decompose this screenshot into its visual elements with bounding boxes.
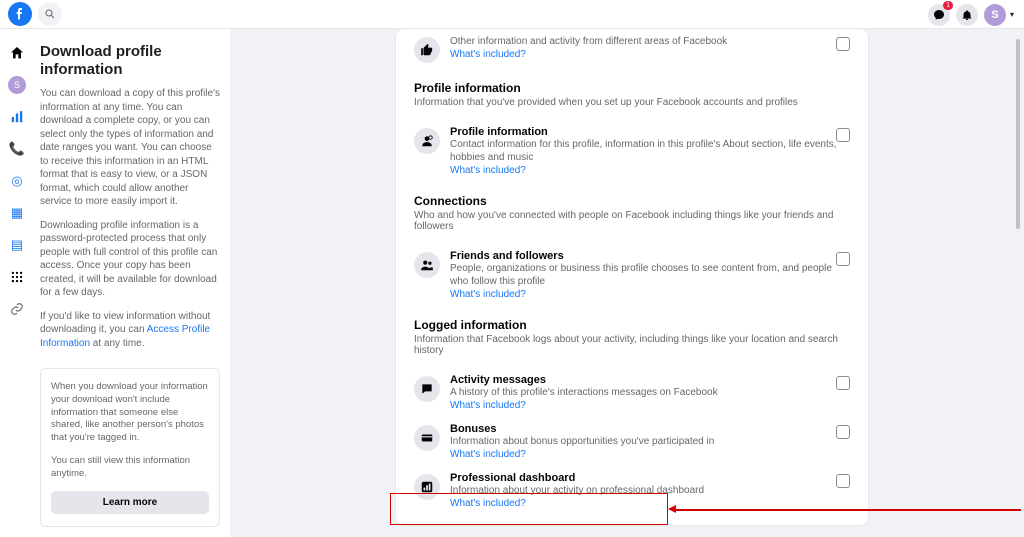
rail-item-6[interactable]: ▦ xyxy=(7,203,27,223)
options-card: Other information and activity from diff… xyxy=(396,29,868,525)
row-desc: Other information and activity from diff… xyxy=(450,35,850,48)
left-rail: S 📞 ◎ ▦ ▤ xyxy=(0,29,34,537)
row-title: Bonuses xyxy=(450,423,850,435)
messenger-button[interactable]: 1 xyxy=(928,4,950,26)
rail-link[interactable] xyxy=(7,299,27,319)
option-row[interactable]: Activity messagesA history of this profi… xyxy=(396,370,868,419)
rail-item-7[interactable]: ▤ xyxy=(7,235,27,255)
messenger-badge: 1 xyxy=(943,1,953,10)
card-icon xyxy=(414,425,440,451)
option-row[interactable]: BonusesInformation about bonus opportuni… xyxy=(396,419,868,468)
whats-included-link[interactable]: What's included? xyxy=(450,289,850,300)
row-desc: Information about your activity on profe… xyxy=(450,484,850,497)
row-desc: Information about bonus opportunities yo… xyxy=(450,435,850,448)
main-content: Other information and activity from diff… xyxy=(230,29,1024,537)
people-icon xyxy=(414,252,440,278)
avatar-icon: S xyxy=(8,76,26,94)
messenger-icon xyxy=(933,9,945,21)
scrollbar-thumb[interactable] xyxy=(1016,39,1020,229)
sidebar-title: Download profile information xyxy=(40,43,220,79)
thumb-icon xyxy=(414,37,440,63)
sidebar-p1: You can download a copy of this profile'… xyxy=(40,87,220,209)
row-title: Profile information xyxy=(450,126,850,138)
rail-insights[interactable] xyxy=(7,107,27,127)
rail-home[interactable] xyxy=(7,43,27,63)
rail-item-4[interactable]: 📞 xyxy=(7,139,27,159)
search-button[interactable] xyxy=(38,2,62,26)
notifications-button[interactable] xyxy=(956,4,978,26)
learn-more-button[interactable]: Learn more xyxy=(51,491,209,514)
whats-included-link[interactable]: What's included? xyxy=(450,498,850,509)
sidebar-note-card: When you download your information your … xyxy=(40,368,220,527)
checkbox[interactable] xyxy=(836,376,850,390)
header-right: 1 S ▾ xyxy=(928,0,1014,29)
chevron-down-icon[interactable]: ▾ xyxy=(1010,10,1014,19)
sidebar-p2: Downloading profile information is a pas… xyxy=(40,219,220,300)
rail-profile[interactable]: S xyxy=(7,75,27,95)
section-title: Connections xyxy=(414,194,850,208)
checkbox[interactable] xyxy=(836,128,850,142)
section-title: Logged information xyxy=(414,318,850,332)
note-text-1: When you download your information your … xyxy=(51,381,209,445)
facebook-logo[interactable] xyxy=(8,2,32,26)
section: Logged information Information that Faceb… xyxy=(396,308,868,370)
whats-included-link[interactable]: What's included? xyxy=(450,400,850,411)
rail-item-5[interactable]: ◎ xyxy=(7,171,27,191)
home-icon xyxy=(9,45,25,61)
option-row[interactable]: Professional dashboardInformation about … xyxy=(396,468,868,517)
row-desc: People, organizations or business this p… xyxy=(450,262,850,288)
checkbox[interactable] xyxy=(836,425,850,439)
bars-icon xyxy=(414,474,440,500)
row-desc: Contact information for this profile, in… xyxy=(450,138,850,164)
section-title: Profile information xyxy=(414,81,850,95)
account-avatar[interactable]: S xyxy=(984,4,1006,26)
checkbox[interactable] xyxy=(836,37,850,51)
option-row[interactable]: Profile informationContact information f… xyxy=(396,122,868,184)
sidebar: Download profile information You can dow… xyxy=(34,29,230,537)
bars-icon xyxy=(10,110,24,124)
sidebar-p3: If you'd like to view information withou… xyxy=(40,310,220,351)
row-title: Activity messages xyxy=(450,374,850,386)
rail-menu[interactable] xyxy=(7,267,27,287)
section-desc: Information that you've provided when yo… xyxy=(414,97,850,108)
section: Profile information Information that you'… xyxy=(396,71,868,122)
whats-included-link[interactable]: What's included? xyxy=(450,449,850,460)
row-desc: A history of this profile's interactions… xyxy=(450,386,850,399)
search-icon xyxy=(44,8,56,20)
option-row[interactable]: Friends and followersPeople, organizatio… xyxy=(396,246,868,308)
row-title: Friends and followers xyxy=(450,250,850,262)
whats-included-link[interactable]: What's included? xyxy=(450,49,850,60)
grid-icon xyxy=(10,270,24,284)
row-title: Professional dashboard xyxy=(450,472,850,484)
profile-icon xyxy=(414,128,440,154)
checkbox[interactable] xyxy=(836,252,850,266)
section-desc: Who and how you've connected with people… xyxy=(414,210,850,232)
whats-included-link[interactable]: What's included? xyxy=(450,165,850,176)
checkbox[interactable] xyxy=(836,474,850,488)
chat-icon xyxy=(414,376,440,402)
top-header: 1 S ▾ xyxy=(0,0,1024,29)
row-other-info[interactable]: Other information and activity from diff… xyxy=(396,31,868,71)
note-text-2: You can still view this information anyt… xyxy=(51,455,209,481)
section-desc: Information that Facebook logs about you… xyxy=(414,334,850,356)
link-icon xyxy=(10,302,24,316)
bell-icon xyxy=(961,9,973,21)
avatar-letter: S xyxy=(991,9,998,21)
section: Connections Who and how you've connected … xyxy=(396,184,868,246)
